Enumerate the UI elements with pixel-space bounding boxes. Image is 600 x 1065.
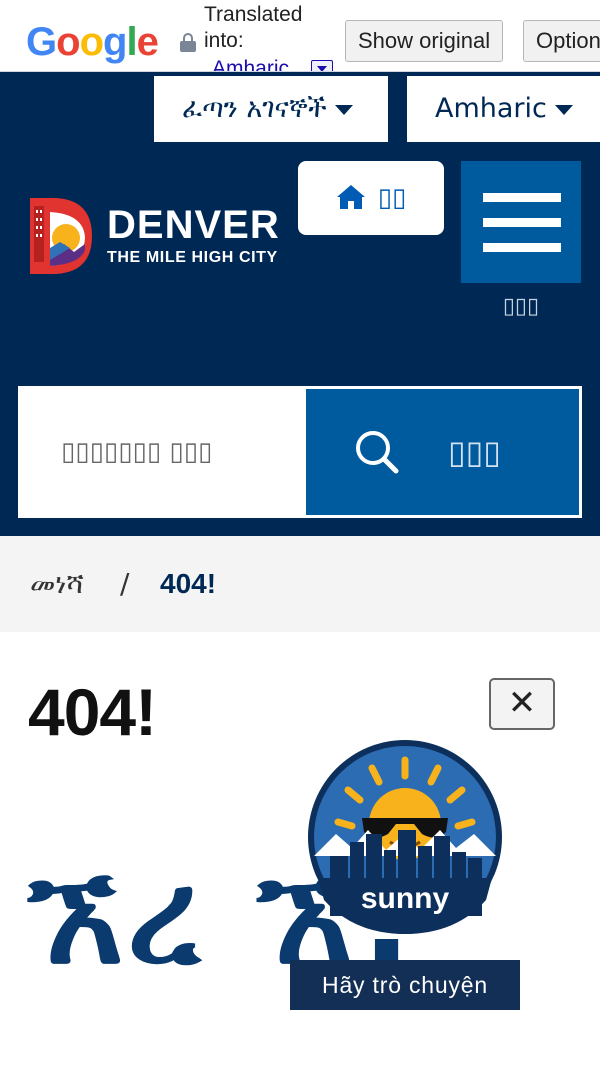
search-form: ▯▯▯ [18,386,582,518]
search-button[interactable]: ▯▯▯ [306,389,579,515]
chevron-down-icon[interactable] [311,60,333,71]
logo-letter: o [56,20,80,64]
chat-label[interactable]: Hãy trò chuyện [290,960,520,1010]
logo-letter: l [126,20,137,64]
quick-links-label: ፈጣን አገናኞች [182,93,327,124]
quick-links-dropdown[interactable]: ፈጣን አገናኞች [154,76,388,142]
close-button[interactable]: ✕ [489,678,555,730]
language-dropdown[interactable]: Amharic [407,76,600,142]
options-button[interactable]: Options [523,20,600,62]
chat-widget-sunny-icon[interactable]: sunny [306,738,504,936]
logo-letter: e [136,20,159,64]
denver-logo-icon[interactable] [30,198,92,274]
logo-letter: g [103,20,127,64]
google-translate-bar: Google Translated into: Amharic Show ori… [0,0,600,72]
page-title: 404! [28,675,157,749]
language-label: Amharic [435,93,547,124]
search-icon [356,431,399,474]
breadcrumb-current: 404! [160,568,217,599]
caret-down-icon [334,104,353,115]
into-label: into: [204,29,244,52]
menu-label: ▯▯▯ [502,294,540,319]
breadcrumb-separator: / [120,567,130,600]
logo-title: DENVER [107,203,280,247]
home-button[interactable]: ▯▯ [298,161,444,235]
site-header: ፈጣን አገናኞች Amharic DENVER THE MILE HIGH C… [0,72,600,536]
translated-label: Translated [204,3,303,26]
logo-subtitle: THE MILE HIGH CITY [107,249,278,266]
hamburger-icon [483,193,561,202]
search-input[interactable] [21,389,305,515]
logo-letter: G [26,20,57,64]
breadcrumb: መነሻ / 404! [0,536,600,632]
home-icon [336,185,365,209]
search-button-label: ▯▯▯ [448,433,501,471]
lock-icon [180,33,196,52]
logo-letter: o [79,20,104,64]
chat-widget-name: sunny [361,882,450,915]
menu-button[interactable] [461,161,581,283]
breadcrumb-home-link[interactable]: መነሻ [30,536,84,632]
translate-language-select[interactable]: Amharic [212,56,289,71]
caret-down-icon [554,104,573,115]
home-label: ▯▯ [377,183,407,213]
show-original-button[interactable]: Show original [345,20,504,62]
translated-into-label: Translated into: [204,2,302,54]
google-logo: Google [26,18,159,66]
